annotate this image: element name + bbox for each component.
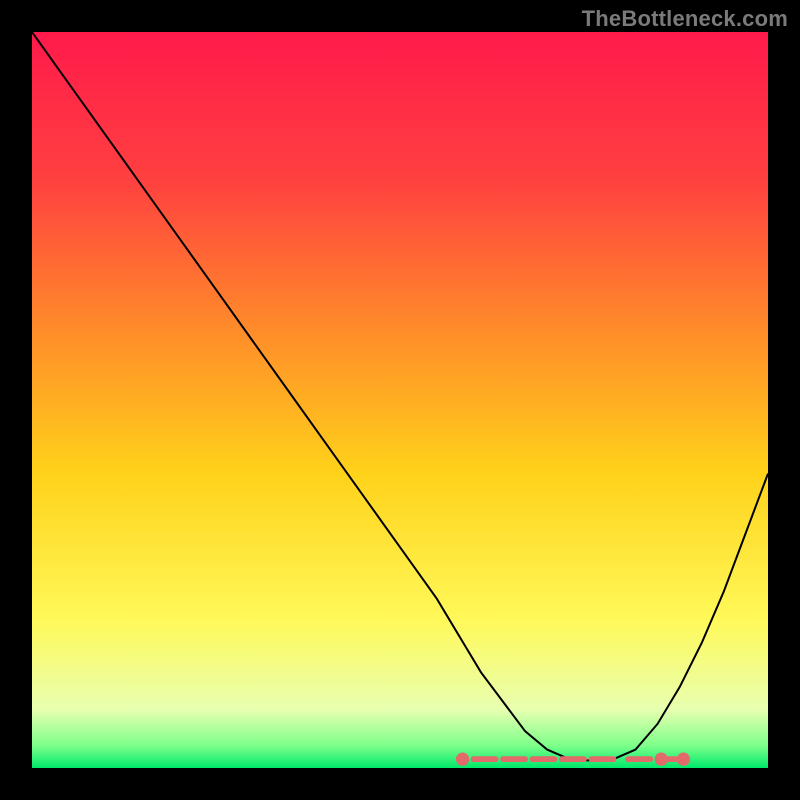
marker-dot	[677, 753, 690, 766]
marker-dot	[655, 753, 668, 766]
chart-plot	[32, 32, 768, 768]
watermark-text: TheBottleneck.com	[582, 6, 788, 32]
gradient-background	[32, 32, 768, 768]
chart-frame	[32, 32, 768, 768]
marker-dot	[456, 753, 469, 766]
